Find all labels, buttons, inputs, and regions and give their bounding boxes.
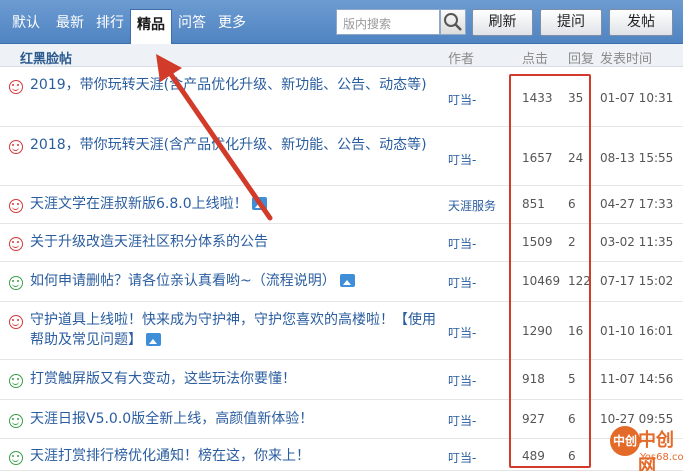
watermark-circle: 中创 [610,426,640,456]
arrow-annotation [156,54,273,221]
watermark-logo: 中创 中创网 Yos68.com [610,424,683,471]
watermark-url: Yos68.com [640,452,683,463]
watermark-text: 中创网 [638,430,674,471]
